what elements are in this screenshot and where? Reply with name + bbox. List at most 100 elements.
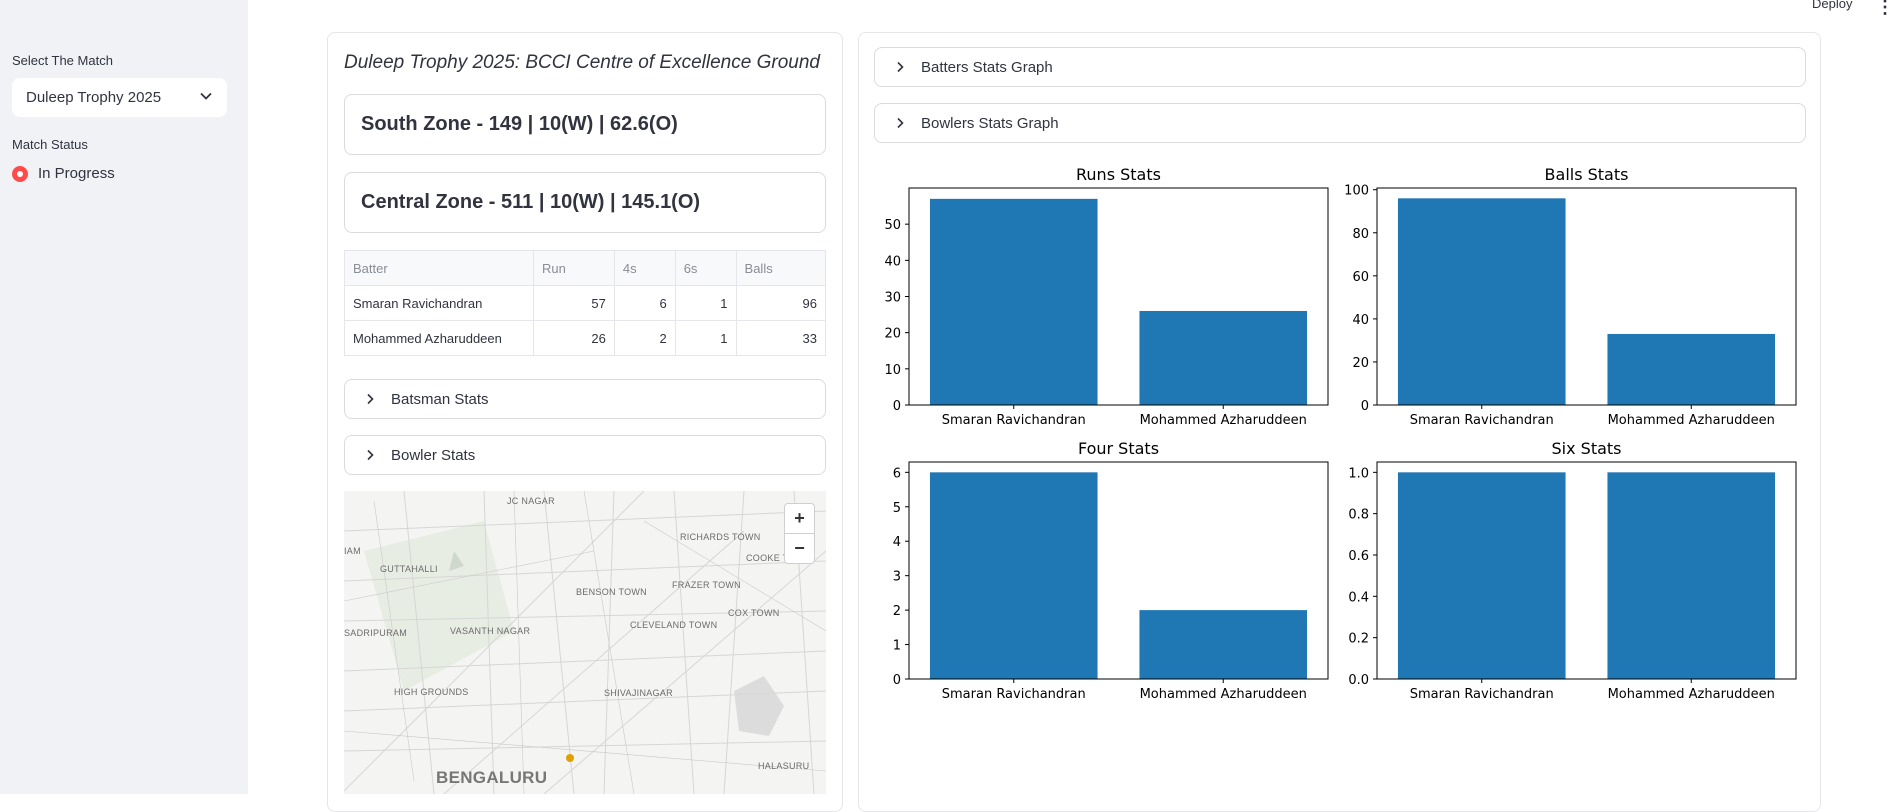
map-label: GUTTAHALLI	[380, 564, 438, 574]
match-status-label: Match Status	[12, 137, 88, 152]
status-radio-label: In Progress	[38, 165, 115, 182]
y-tick-label: 0.0	[1348, 673, 1369, 688]
bar	[1139, 610, 1308, 679]
map-label: BENGALURU	[436, 768, 548, 787]
status-radio-in-progress[interactable]: In Progress	[12, 165, 115, 182]
chevron-right-icon	[891, 61, 909, 73]
map-label: CLEVELAND TOWN	[630, 620, 718, 630]
bar	[1607, 333, 1776, 405]
column-header[interactable]: Balls	[735, 250, 827, 286]
y-tick-label: 20	[1352, 356, 1369, 371]
bowlers-stats-graph-expander[interactable]: Bowlers Stats Graph	[874, 103, 1806, 143]
y-tick-label: 20	[884, 327, 901, 342]
bar	[1607, 472, 1776, 679]
x-tick-label: Mohammed Azharuddeen	[1608, 687, 1775, 702]
y-tick-label: 40	[884, 254, 901, 269]
chart-title: Four Stats	[1078, 439, 1159, 458]
batter-table: Batter Run 4s 6s Balls Smaran Ravichandr…	[344, 250, 827, 356]
batters-stats-graph-expander[interactable]: Batters Stats Graph	[874, 47, 1806, 87]
y-tick-label: 60	[1352, 270, 1369, 285]
map-label: COX TOWN	[728, 608, 780, 618]
x-tick-label: Smaran Ravichandran	[942, 413, 1086, 428]
select-match-label: Select The Match	[12, 53, 113, 68]
expander-label: Batters Stats Graph	[921, 58, 1053, 76]
map-label: HIGH GROUNDS	[394, 687, 469, 697]
score-card-central-zone: Central Zone - 511 | 10(W) | 145.1(O)	[344, 172, 826, 233]
zoom-in-button[interactable]: +	[785, 504, 814, 534]
y-tick-label: 0.6	[1348, 549, 1369, 564]
table-cell[interactable]: 1	[674, 320, 737, 356]
table-cell[interactable]: 6	[613, 285, 676, 321]
y-tick-label: 6	[893, 466, 901, 481]
y-tick-label: 1.0	[1348, 466, 1369, 481]
column-header[interactable]: 6s	[674, 250, 737, 286]
expander-label: Bowler Stats	[391, 446, 476, 464]
deploy-button[interactable]: Deploy	[1812, 0, 1852, 11]
chevron-right-icon	[361, 393, 379, 405]
y-tick-label: 80	[1352, 227, 1369, 242]
y-tick-label: 0	[893, 399, 901, 414]
chart-title: Runs Stats	[1076, 165, 1161, 184]
score-text: Central Zone - 511 | 10(W) | 145.1(O)	[361, 191, 701, 213]
y-tick-label: 0	[893, 673, 901, 688]
table-cell[interactable]: 33	[735, 320, 827, 356]
batsman-stats-expander[interactable]: Batsman Stats	[344, 379, 826, 419]
table-cell[interactable]: Mohammed Azharuddeen	[344, 320, 534, 356]
table-cell[interactable]: 2	[613, 320, 676, 356]
chart-panel: Runs Stats Smaran Ravichandran Mohammed Az…	[884, 165, 1329, 428]
y-tick-label: 0.4	[1348, 590, 1369, 605]
score-text: South Zone - 149 | 10(W) | 62.6(O)	[361, 113, 678, 135]
map-zoom-control: + −	[784, 503, 815, 564]
bar	[1397, 472, 1566, 679]
match-title: Duleep Trophy 2025: BCCI Centre of Excel…	[344, 52, 820, 73]
expander-label: Bowlers Stats Graph	[921, 114, 1059, 132]
table-row: Mohammed Azharuddeen 26 2 1 33	[344, 320, 827, 356]
table-header-row: Batter Run 4s 6s Balls	[344, 250, 827, 286]
map-label: BENSON TOWN	[576, 587, 647, 597]
y-tick-label: 100	[1344, 184, 1369, 199]
table-row: Smaran Ravichandran 57 6 1 96	[344, 285, 827, 321]
table-cell[interactable]: 1	[674, 285, 737, 321]
map-label: JC NAGAR	[507, 496, 555, 506]
map-label: SHIVAJINAGAR	[604, 688, 673, 698]
bowler-stats-expander[interactable]: Bowler Stats	[344, 435, 826, 475]
map-label: VASANTH NAGAR	[450, 626, 531, 636]
map[interactable]: JC NAGAR RICHARDS TOWN COOKE TOWN GUTTAH…	[344, 491, 826, 794]
column-header[interactable]: Batter	[344, 250, 534, 286]
stats-charts: Runs Stats Smaran Ravichandran Mohammed Az…	[884, 165, 1797, 702]
match-select-value: Duleep Trophy 2025	[26, 89, 162, 106]
map-label: RICHARDS TOWN	[680, 532, 761, 542]
table-cell[interactable]: 26	[533, 320, 615, 356]
bar	[1139, 310, 1308, 405]
table-cell[interactable]: 96	[735, 285, 827, 321]
y-tick-label: 0	[1361, 399, 1369, 414]
column-header[interactable]: 4s	[613, 250, 676, 286]
chevron-right-icon	[891, 117, 909, 129]
match-select[interactable]: Duleep Trophy 2025	[12, 78, 227, 117]
y-tick-label: 1	[893, 639, 901, 654]
y-tick-label: 50	[884, 218, 901, 233]
y-tick-label: 5	[893, 501, 901, 516]
y-tick-label: 0.8	[1348, 508, 1369, 523]
radio-selected-icon	[12, 165, 28, 182]
map-label: SADRIPURAM	[344, 628, 408, 638]
y-tick-label: 2	[893, 604, 901, 619]
chevron-right-icon	[361, 449, 379, 461]
sidebar: Select The Match Duleep Trophy 2025 Matc…	[0, 0, 248, 794]
table-cell[interactable]: 57	[533, 285, 615, 321]
more-vertical-icon[interactable]: ⋮	[1876, 0, 1894, 18]
column-header[interactable]: Run	[533, 250, 615, 286]
map-label: IAM	[344, 546, 361, 556]
chart-panel: Six Stats Smaran Ravichandran Mohammed Azh…	[1348, 439, 1797, 702]
chart-panel: Four Stats Smaran Ravichandran Mohammed Az…	[893, 439, 1329, 702]
y-tick-label: 0.2	[1348, 632, 1369, 647]
chart-title: Six Stats	[1552, 439, 1622, 458]
score-card-south-zone: South Zone - 149 | 10(W) | 62.6(O)	[344, 94, 826, 155]
table-cell[interactable]: Smaran Ravichandran	[344, 285, 534, 321]
y-tick-label: 10	[884, 363, 901, 378]
zoom-out-button[interactable]: −	[785, 534, 814, 563]
x-tick-label: Mohammed Azharuddeen	[1608, 413, 1775, 428]
y-tick-label: 30	[884, 291, 901, 306]
map-label: HALASURU	[758, 761, 810, 771]
bar	[929, 198, 1098, 405]
